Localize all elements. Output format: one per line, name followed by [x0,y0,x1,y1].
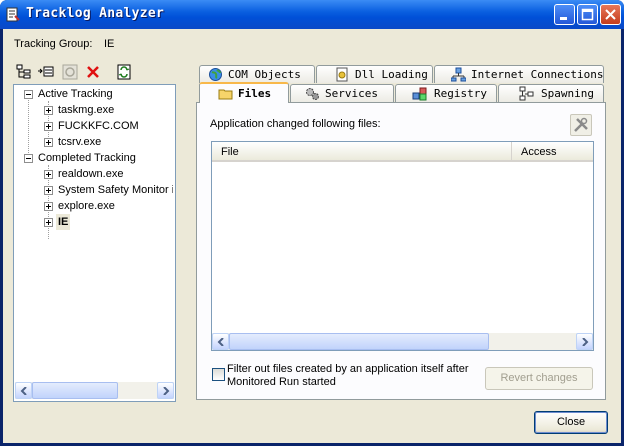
window-title: Tracklog Analyzer [26,6,165,21]
tab-services[interactable]: Services [290,84,394,102]
files-horizontal-scrollbar[interactable] [212,333,593,350]
revert-changes-button[interactable]: Revert changes [485,367,593,390]
globe-icon [209,68,222,81]
tree-node-active-tracking[interactable]: Active Tracking [38,86,113,102]
close-icon [605,9,616,20]
tab-internet-connections[interactable]: Internet Connections [434,65,604,83]
scroll-left-button[interactable] [15,382,32,399]
tracking-group-value: IE [104,38,115,50]
tree-item-ie-selected[interactable]: IE [56,214,71,230]
expander-item[interactable] [44,170,53,179]
filter-checkbox-label-line2: Monitored Run started [227,376,336,388]
tree-item-tcsrv[interactable]: tcsrv.exe [58,134,101,150]
chevron-left-icon [217,338,224,346]
tab-files[interactable]: Files [199,82,289,103]
scroll-right-button[interactable] [157,382,174,399]
hierarchy-icon [519,86,534,101]
stop-icon[interactable] [62,64,78,80]
expander-item[interactable] [44,122,53,131]
tab-label: Files [238,87,272,100]
chevron-right-icon [163,387,170,395]
gears-icon [306,88,319,100]
window-client-area: Tracking Group: IE Active Tracking taskm… [3,29,621,443]
scroll-thumb[interactable] [32,382,118,399]
files-tab-panel: Application changed following files: Fil… [196,102,606,400]
tree-item-explore[interactable]: explore.exe [58,198,115,214]
delete-x-icon[interactable] [85,64,101,80]
tree-item-fuckkfc[interactable]: FUCKKFC.COM [58,118,139,134]
column-header-label: Access [521,146,557,158]
tree-line [28,94,29,157]
expander-active-tracking[interactable] [24,90,33,99]
tab-label: Internet Connections [471,68,604,81]
tree-node-completed-tracking[interactable]: Completed Tracking [38,150,136,166]
column-header-file[interactable]: File [212,142,512,162]
tree-horizontal-scrollbar[interactable] [15,382,174,399]
tab-registry[interactable]: Registry [395,84,497,102]
tracking-group-label: Tracking Group: [14,38,93,50]
scroll-right-button[interactable] [576,333,593,350]
close-window-button[interactable] [600,4,621,25]
network-icon [451,67,466,82]
dll-document-icon [336,67,348,82]
close-button[interactable]: Close [534,411,608,434]
column-header-access[interactable]: Access [512,142,593,162]
tab-label: Registry [434,87,487,100]
tree-item-system-safety-monitor[interactable]: System Safety Monitor in [58,182,173,198]
tracking-tree[interactable]: Active Tracking taskmg.exe FUCKKFC.COM t… [13,84,176,402]
registry-cubes-icon [412,87,427,101]
expander-completed-tracking[interactable] [24,154,33,163]
tab-spawning[interactable]: Spawning [498,84,604,102]
files-caption: Application changed following files: [210,118,381,130]
tab-label: Dll Loading [355,68,428,81]
tab-label: Services [325,87,378,100]
app-icon [6,7,20,22]
chevron-left-icon [20,387,27,395]
tab-label: Spawning [541,87,594,100]
expander-item[interactable] [44,186,53,195]
maximize-icon [581,8,594,21]
expander-item[interactable] [44,138,53,147]
expander-item[interactable] [44,202,53,211]
column-header-label: File [221,146,239,158]
chevron-right-icon [582,338,589,346]
scroll-left-button[interactable] [212,333,229,350]
files-list[interactable]: File Access [211,141,594,351]
expander-item[interactable] [44,106,53,115]
minimize-icon [560,17,567,20]
maximize-button[interactable] [577,4,598,25]
tab-dll-loading[interactable]: Dll Loading [316,65,433,83]
tree-item-taskmg[interactable]: taskmg.exe [58,102,114,118]
expander-item[interactable] [44,218,53,227]
folder-icon [218,89,233,100]
scroll-thumb[interactable] [229,333,489,350]
tools-button[interactable] [570,114,592,136]
refresh-icon[interactable] [116,64,132,80]
minimize-button[interactable] [554,4,575,25]
title-bar[interactable]: Tracklog Analyzer [0,0,624,29]
tree-item-realdown[interactable]: realdown.exe [58,166,123,182]
tab-com-objects[interactable]: COM Objects [199,65,315,83]
filter-checkbox[interactable] [212,368,225,381]
tracklog-analyzer-window: Tracklog Analyzer Tracking Group: IE Act… [0,0,624,446]
tree-view-icon[interactable] [16,64,32,80]
tab-label: COM Objects [228,68,301,81]
arrow-list-icon[interactable] [38,64,54,80]
tools-icon [574,117,588,132]
filter-checkbox-label-line1: Filter out files created by an applicati… [227,363,469,375]
